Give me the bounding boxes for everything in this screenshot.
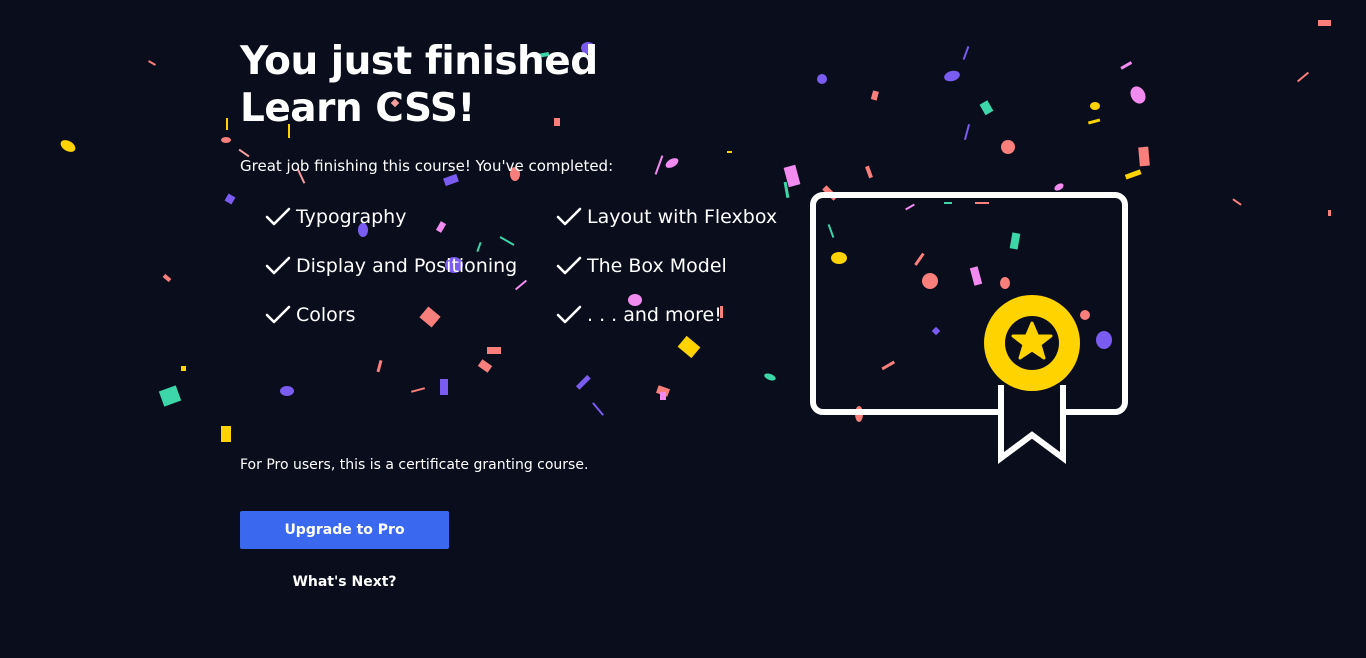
title-line-1: You just finished (240, 39, 598, 84)
topic-label: The Box Model (587, 255, 727, 277)
certificate-icon (810, 192, 1128, 464)
completion-content: You just finished Learn CSS! Great job f… (240, 38, 800, 326)
title-line-2: Learn CSS! (240, 86, 475, 131)
check-icon (265, 256, 291, 275)
topic-item-colors: Colors (265, 300, 356, 330)
course-complete-page: You just finished Learn CSS! Great job f… (0, 0, 1366, 658)
check-icon (265, 207, 291, 226)
whats-next-link[interactable]: What's Next? (240, 574, 449, 590)
check-icon (556, 256, 582, 275)
topic-label: Layout with Flexbox (587, 206, 778, 228)
topic-label: Typography (296, 206, 407, 228)
completion-subtitle: Great job finishing this course! You've … (240, 157, 614, 175)
page-title: You just finished Learn CSS! (240, 38, 800, 132)
topic-item-display-positioning: Display and Positioning (265, 251, 517, 281)
completed-topics-list: Typography Display and Positioning Color… (265, 202, 825, 352)
topic-label: Display and Positioning (296, 255, 518, 277)
check-icon (556, 305, 582, 324)
topic-label: Colors (296, 304, 356, 326)
upgrade-to-pro-button[interactable]: Upgrade to Pro (240, 511, 449, 549)
topic-item-flexbox: Layout with Flexbox (556, 202, 777, 232)
pro-certificate-note: For Pro users, this is a certificate gra… (240, 457, 589, 473)
check-icon (265, 305, 291, 324)
topic-item-box-model: The Box Model (556, 251, 727, 281)
topic-item-more: . . . and more! (556, 300, 722, 330)
check-icon (556, 207, 582, 226)
topic-label: . . . and more! (587, 304, 722, 326)
topic-item-typography: Typography (265, 202, 406, 232)
